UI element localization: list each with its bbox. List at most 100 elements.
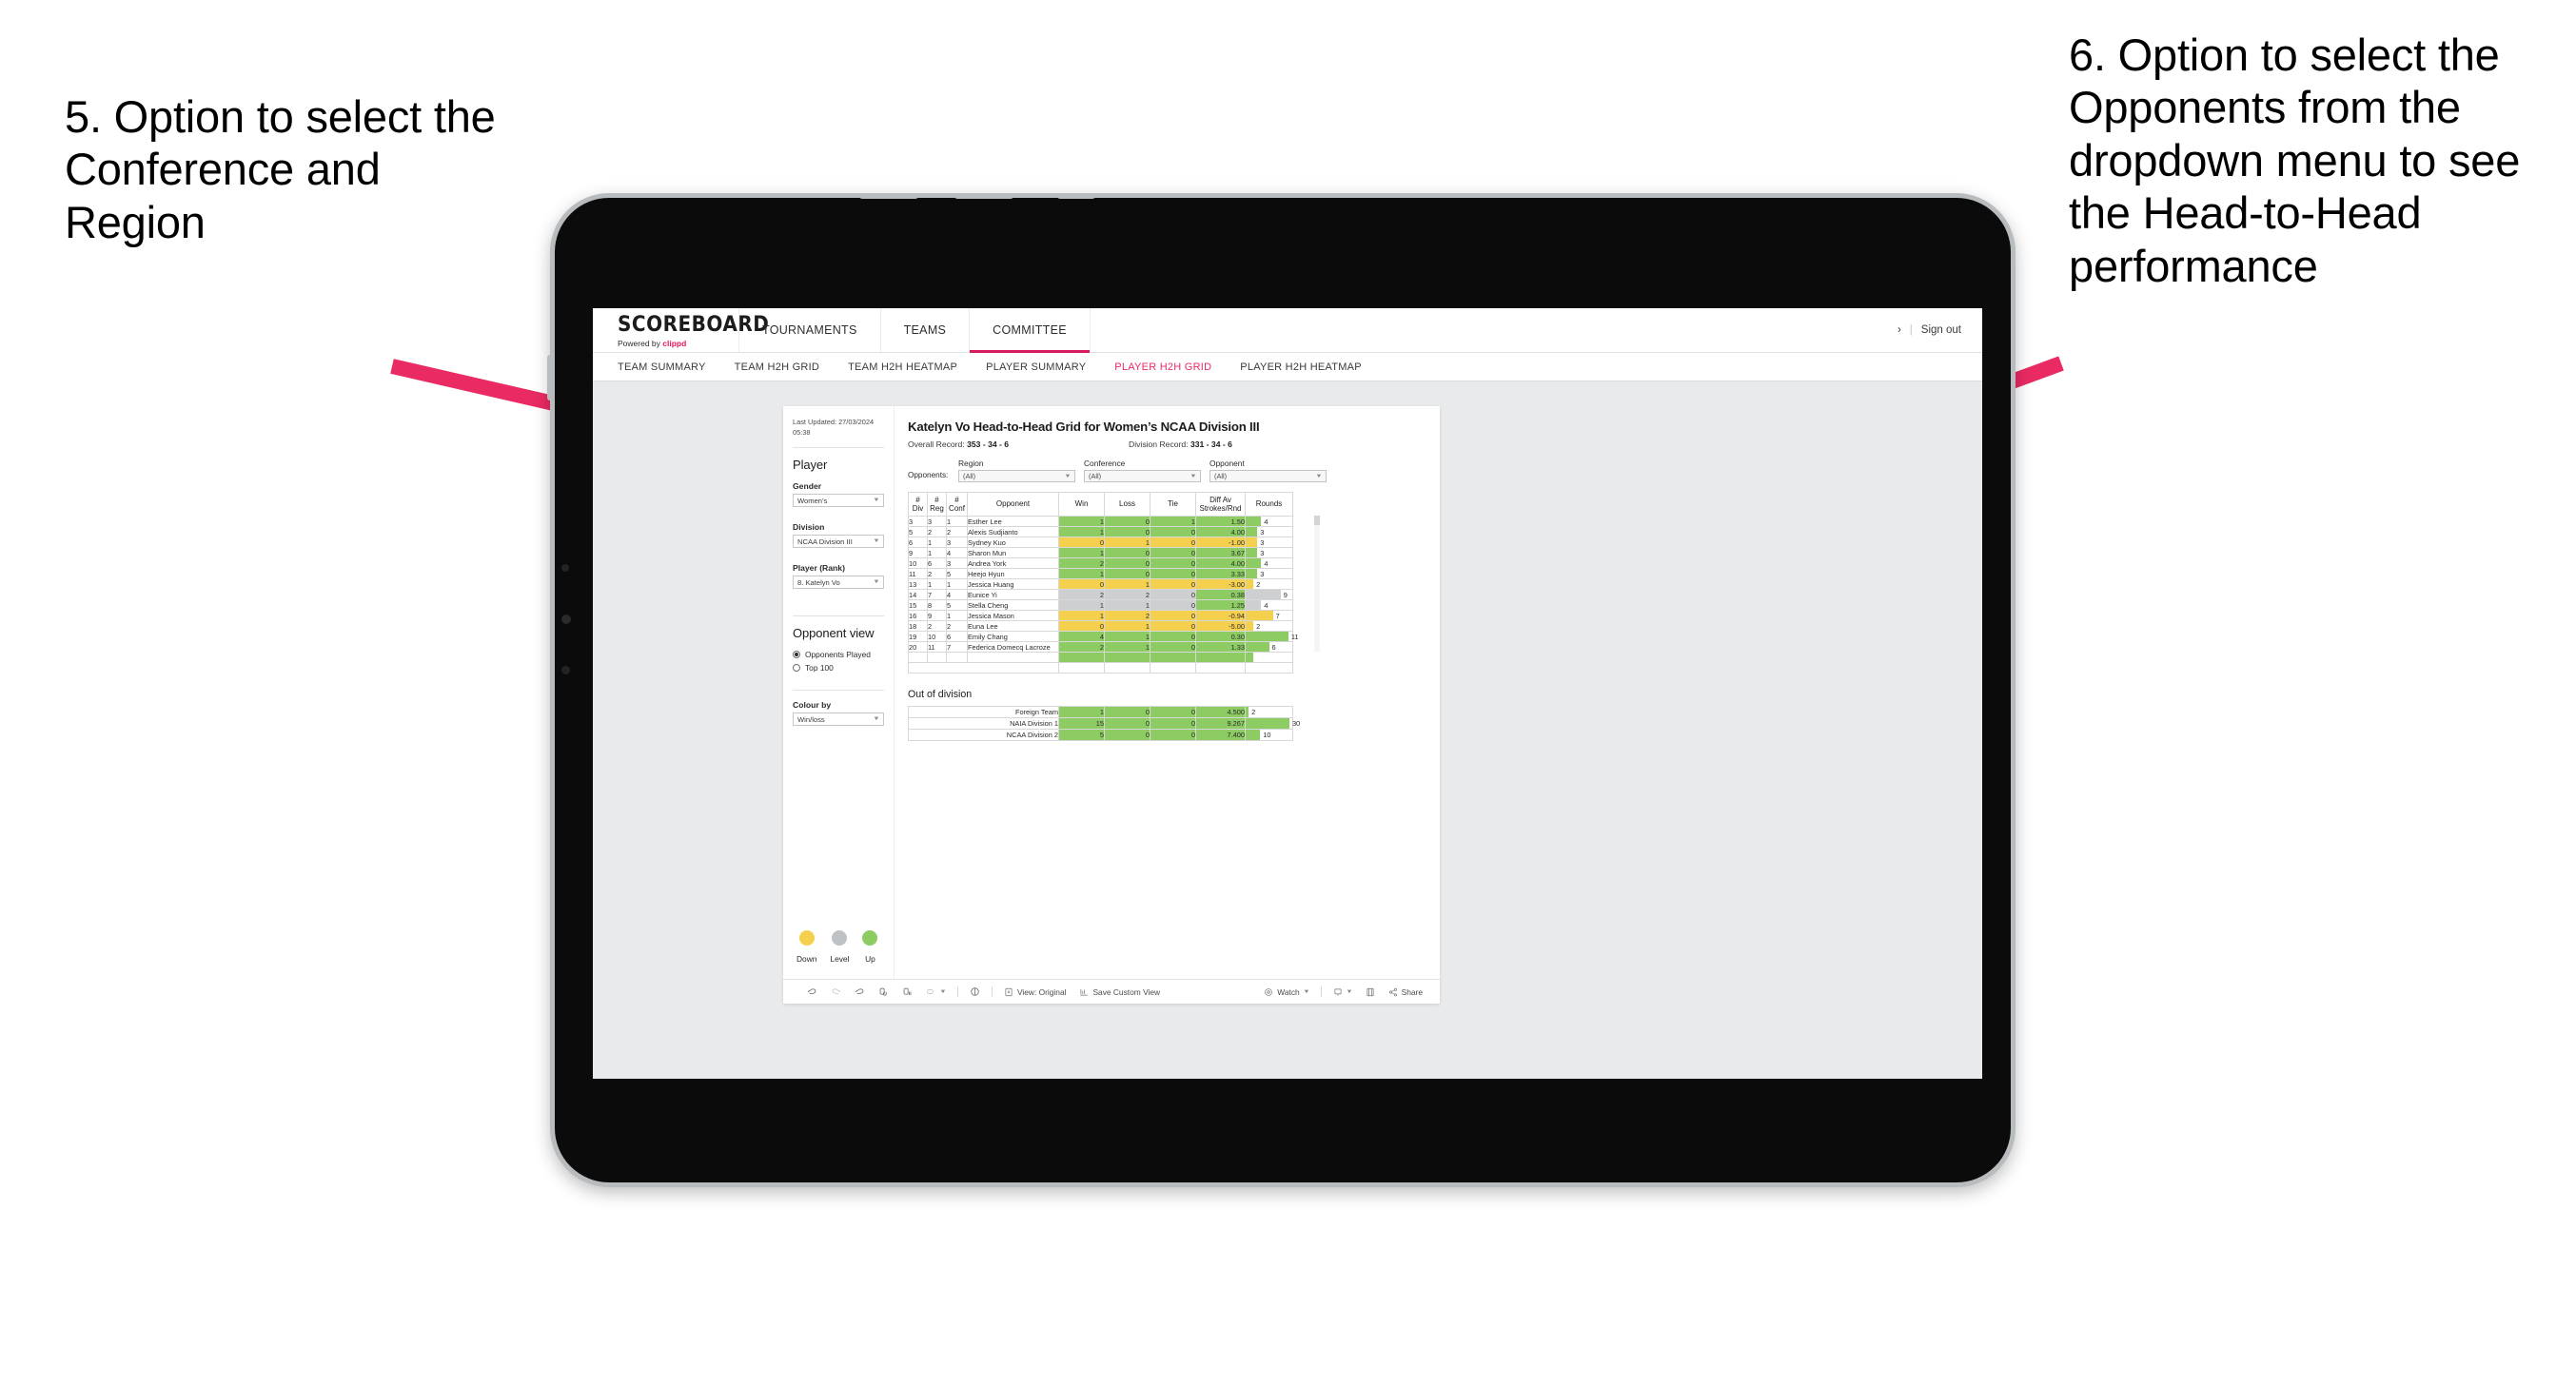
table-cell: 15 [1058, 717, 1105, 730]
table-row[interactable]: 11 2 5 Heejo Hyun 1 0 0 3.33 3 [908, 568, 1293, 579]
colour-by-select[interactable]: Win/loss ▼ [793, 713, 884, 727]
player-rank-select[interactable]: 8. Katelyn Vo ▼ [793, 576, 884, 590]
table-cell: 0 [1104, 568, 1150, 579]
table-cell: 0 [1104, 516, 1150, 527]
table-cell: 18 [908, 620, 928, 632]
table-cell: Sharon Mun [967, 547, 1059, 558]
h2h-grid-wrapper: # Div # Reg # Conf Opponent Win Loss Tie Diff Av St… [908, 492, 1320, 673]
fullscreen-button[interactable] [1359, 987, 1382, 997]
out-of-division-row[interactable]: Foreign Team 1 0 0 4.500 2 [908, 706, 1293, 718]
refresh-data-button[interactable] [872, 986, 895, 997]
rounds-value: 4 [1264, 517, 1268, 526]
table-row[interactable]: 19 10 6 Emily Chang 4 1 0 0.30 11 [908, 631, 1299, 642]
column-header[interactable]: Loss [1104, 492, 1150, 517]
rounds-bar [1246, 558, 1262, 568]
column-header[interactable]: Diff Av Strokes/Rnd [1195, 492, 1246, 517]
download-button[interactable]: ▼ [1327, 987, 1359, 997]
chevron-down-icon: ▼ [1190, 473, 1197, 479]
radio-opponents-played[interactable]: Opponents Played [793, 650, 884, 659]
chevron-down-icon: ▼ [939, 988, 947, 995]
table-row[interactable]: 9 1 4 Sharon Mun 1 0 0 3.67 3 [908, 547, 1293, 558]
sign-out-link[interactable]: Sign out [1921, 324, 1961, 336]
opponent-view-heading: Opponent view [793, 626, 875, 641]
save-custom-view-label: Save Custom View [1092, 986, 1161, 997]
scrollbar-thumb[interactable] [1314, 516, 1320, 525]
view-original-button[interactable]: View: Original [997, 987, 1073, 997]
nav-tab-committee[interactable]: COMMITTEE [970, 308, 1091, 353]
gender-select[interactable]: Women’s ▼ [793, 494, 884, 508]
table-cell: 2 [946, 620, 968, 632]
filter-opponent-select[interactable]: (All) ▼ [1209, 470, 1327, 482]
table-cell: 2 [1104, 610, 1150, 621]
rounds-bar-cell: 2 [1245, 578, 1293, 590]
table-cell: 1 [1104, 599, 1150, 611]
table-cell: 4 [946, 547, 968, 558]
redo-button[interactable] [824, 986, 848, 997]
table-cell: -1.00 [1195, 537, 1246, 548]
rounds-value: 2 [1256, 579, 1261, 589]
subtab-team-h2h-heatmap[interactable]: TEAM H2H HEATMAP [848, 361, 957, 373]
watch-label: Watch [1277, 986, 1300, 997]
subtab-player-h2h-heatmap[interactable]: PLAYER H2H HEATMAP [1240, 361, 1362, 373]
table-row[interactable]: 18 2 2 Euna Lee 0 1 0 -5.00 2 [908, 620, 1293, 632]
radio-top-100[interactable]: Top 100 [793, 663, 884, 673]
column-header[interactable]: Opponent [967, 492, 1059, 517]
rounds-bar [1246, 730, 1261, 740]
out-of-division-row[interactable]: NAIA Division 1 15 0 0 9.267 30 [908, 717, 1300, 730]
table-row[interactable]: 15 8 5 Stella Cheng 1 1 0 1.25 4 [908, 599, 1293, 611]
rounds-bar-cell: 10 [1245, 729, 1293, 741]
subtab-team-summary[interactable]: TEAM SUMMARY [618, 361, 706, 373]
subtab-team-h2h-grid[interactable]: TEAM H2H GRID [735, 361, 819, 373]
column-header[interactable]: Tie [1150, 492, 1196, 517]
view-original-label: View: Original [1016, 986, 1067, 997]
watch-button[interactable]: Watch ▼ [1257, 987, 1315, 997]
table-cell: 1.33 [1195, 641, 1246, 653]
legend-item: Down [796, 930, 816, 964]
filter-conference-select[interactable]: (All) ▼ [1084, 470, 1201, 482]
subtab-player-h2h-grid[interactable]: PLAYER H2H GRID [1114, 361, 1211, 373]
nav-tab-tournaments[interactable]: TOURNAMENTS [739, 308, 881, 352]
table-cell: 0 [1058, 620, 1105, 632]
table-row[interactable]: 3 3 1 Esther Lee 1 0 1 1.50 4 [908, 516, 1293, 527]
table-cell: 5 [946, 599, 968, 611]
table-cell: Foreign Team [908, 706, 1059, 718]
table-row[interactable]: 14 7 4 Eunice Yi 2 2 0 0.38 9 [908, 589, 1293, 600]
table-row[interactable]: 13 1 1 Jessica Huang 0 1 0 -3.00 2 [908, 578, 1293, 590]
page-title: Katelyn Vo Head-to-Head Grid for Women’s… [908, 420, 1260, 434]
column-header[interactable]: Rounds [1245, 492, 1293, 517]
header-separator: | [1909, 324, 1913, 336]
pause-updates-button[interactable] [895, 986, 919, 997]
pause-button[interactable] [963, 986, 987, 997]
device-camera [561, 615, 571, 624]
table-row[interactable]: 6 1 3 Sydney Kuo 0 1 0 -1.00 3 [908, 537, 1293, 548]
save-custom-view-button[interactable]: Save Custom View [1072, 987, 1167, 997]
radio-icon-selected [793, 651, 800, 659]
nav-tab-teams[interactable]: TEAMS [881, 308, 971, 352]
rounds-bar-cell: 2 [1245, 620, 1293, 632]
table-row[interactable]: 16 9 1 Jessica Mason 1 2 0 -0.94 7 [908, 610, 1293, 621]
share-button[interactable]: Share [1382, 987, 1440, 997]
rounds-bar-cell: 9 [1245, 589, 1293, 600]
highlight-button[interactable]: ▼ [919, 986, 953, 997]
table-row[interactable]: 10 6 3 Andrea York 2 0 0 4.00 4 [908, 557, 1293, 569]
table-cell: 4.00 [1195, 526, 1246, 537]
column-header[interactable]: # Conf [946, 492, 968, 517]
table-cell: 1 [946, 610, 968, 621]
table-row[interactable]: 5 2 2 Alexis Sudjianto 1 0 0 4.00 3 [908, 526, 1293, 537]
column-header[interactable]: # Reg [927, 492, 947, 517]
table-scrollbar[interactable] [1314, 516, 1320, 652]
chevron-down-icon: ▼ [1302, 988, 1310, 995]
filter-region-select[interactable]: (All) ▼ [958, 470, 1075, 482]
column-header[interactable]: Win [1058, 492, 1105, 517]
table-row[interactable]: 20 11 7 Federica Domecq Lacroze 2 1 0 1.33 6 [908, 641, 1293, 653]
out-of-division-row[interactable]: NCAA Division 2 5 0 0 7.400 10 [908, 729, 1293, 741]
device-dot-a [561, 564, 569, 572]
revert-button[interactable] [848, 986, 872, 997]
column-header[interactable]: # Div [908, 492, 928, 517]
subtab-player-summary[interactable]: PLAYER SUMMARY [986, 361, 1086, 373]
rounds-value: 7 [1275, 611, 1280, 620]
table-cell: -5.00 [1195, 620, 1246, 632]
division-select[interactable]: NCAA Division III ▼ [793, 535, 884, 549]
undo-button[interactable] [800, 986, 824, 997]
account-chevron-icon[interactable]: › [1898, 324, 1901, 336]
